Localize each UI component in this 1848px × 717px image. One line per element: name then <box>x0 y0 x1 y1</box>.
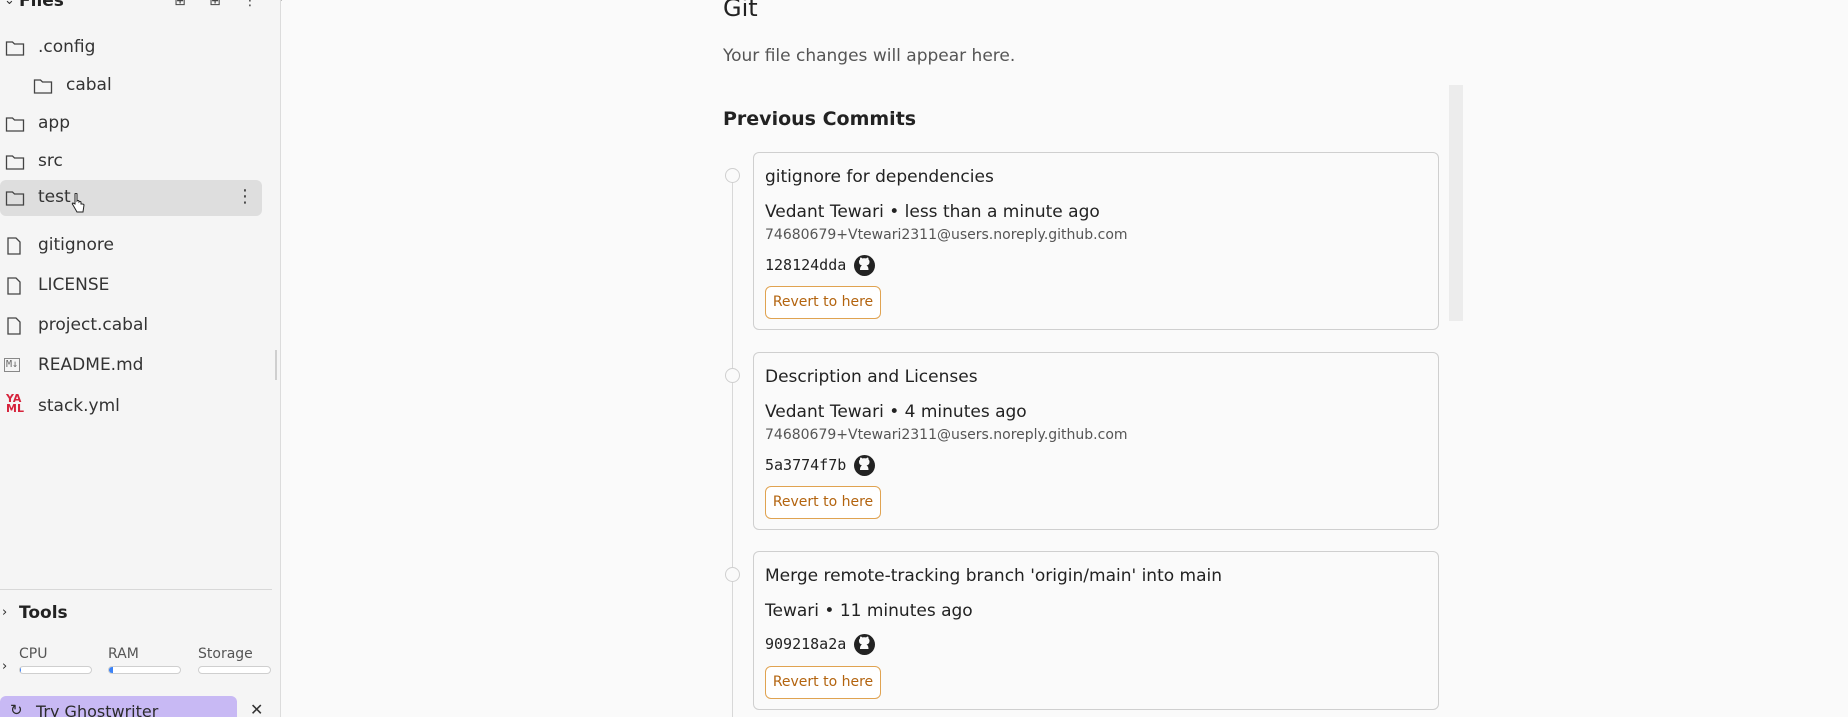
ram-bar <box>108 666 181 674</box>
markdown-icon: M↓ <box>4 358 21 372</box>
github-icon[interactable] <box>854 634 875 655</box>
yaml-icon: YA ML <box>6 392 24 415</box>
timeline-dot <box>725 567 740 582</box>
file-icon <box>6 277 26 295</box>
tree-item-label: app <box>38 113 70 133</box>
folder-icon <box>5 115 25 133</box>
tools-label: Tools <box>19 603 68 623</box>
tree-item-cabal[interactable]: cabal <box>0 68 262 104</box>
revert-button[interactable]: Revert to here <box>765 486 881 519</box>
ram-usage: RAM <box>108 646 181 674</box>
sidebar-resize-handle[interactable] <box>275 350 277 380</box>
tree-item-config[interactable]: .config <box>0 30 262 66</box>
folder-icon <box>5 39 25 57</box>
tree-item-label: LICENSE <box>38 275 110 295</box>
tree-item-label: src <box>38 151 63 171</box>
timeline-dot <box>725 168 740 183</box>
commit-card: Description and Licenses Vedant Tewari •… <box>753 352 1439 530</box>
github-icon[interactable] <box>854 255 875 276</box>
try-ghostwriter-button[interactable]: ↻ Try Ghostwriter <box>0 696 237 717</box>
cpu-bar <box>19 666 92 674</box>
page-title: Git <box>723 0 758 22</box>
tree-item-label: stack.yml <box>38 396 120 416</box>
tree-item-readme[interactable]: M↓ README.md <box>0 348 262 384</box>
commit-card: gitignore for dependencies Vedant Tewari… <box>753 152 1439 330</box>
commit-email: 74680679+Vtewari2311@users.noreply.githu… <box>765 427 1128 443</box>
commit-hash[interactable]: 909218a2a <box>765 635 846 653</box>
folder-icon <box>5 153 25 171</box>
tree-item-label: gitignore <box>38 235 114 255</box>
commit-message: Merge remote-tracking branch 'origin/mai… <box>765 566 1223 586</box>
github-icon[interactable] <box>854 455 875 476</box>
new-folder-icon[interactable]: ⊞ <box>205 0 225 11</box>
chevron-down-icon[interactable]: ⌄ <box>4 0 15 8</box>
ram-bar-fill <box>109 667 113 673</box>
file-icon <box>6 237 26 255</box>
chevron-right-icon: › <box>2 605 8 620</box>
more-options-icon[interactable]: ⋮ <box>236 186 254 207</box>
commit-card: Merge remote-tracking branch 'origin/mai… <box>753 551 1439 710</box>
files-title: Files <box>19 0 64 11</box>
revert-button[interactable]: Revert to here <box>765 666 881 699</box>
files-header[interactable]: ⌄ Files ⊞ ⊞ ⋮ <box>0 0 281 13</box>
tools-section-toggle[interactable]: › Tools <box>0 603 272 627</box>
resource-usage[interactable]: › CPU RAM Storage <box>0 646 275 686</box>
tree-item-label: test <box>38 187 71 207</box>
tree-item-stack-yml[interactable]: YA ML stack.yml <box>0 389 262 425</box>
previous-commits-heading: Previous Commits <box>723 108 917 130</box>
tree-item-src[interactable]: src <box>0 144 262 180</box>
folder-icon <box>33 77 53 95</box>
tree-item-license[interactable]: LICENSE <box>0 268 262 304</box>
revert-button[interactable]: Revert to here <box>765 286 881 319</box>
commit-hash[interactable]: 5a3774f7b <box>765 456 846 474</box>
ghostwriter-label: Try Ghostwriter <box>36 702 159 717</box>
storage-usage: Storage <box>198 646 271 674</box>
timeline-dot <box>725 368 740 383</box>
more-options-icon[interactable]: ⋮ <box>240 0 260 11</box>
new-file-icon[interactable]: ⊞ <box>170 0 190 11</box>
timeline-line <box>732 170 733 717</box>
sidebar: ⌄ Files ⊞ ⊞ ⋮ .config cabal app src test… <box>0 0 281 717</box>
commit-message: Description and Licenses <box>765 367 978 387</box>
tree-item-project-cabal[interactable]: project.cabal <box>0 308 262 344</box>
file-icon <box>6 317 26 335</box>
tree-item-test[interactable]: test ⋮ <box>0 180 262 216</box>
ram-label: RAM <box>108 646 139 662</box>
cpu-bar-fill <box>20 667 22 673</box>
commit-hash[interactable]: 128124dda <box>765 256 846 274</box>
scrollbar[interactable] <box>1449 85 1463 321</box>
tree-item-label: README.md <box>38 355 144 375</box>
app-root: ⌄ Files ⊞ ⊞ ⋮ .config cabal app src test… <box>0 0 1848 717</box>
storage-label: Storage <box>198 646 253 662</box>
divider <box>0 589 272 590</box>
refresh-icon: ↻ <box>10 701 23 717</box>
page-subtitle: Your file changes will appear here. <box>723 46 1016 66</box>
chevron-right-icon: › <box>2 659 8 674</box>
storage-bar <box>198 666 271 674</box>
tree-item-label: .config <box>38 37 96 57</box>
commit-author: Vedant Tewari • less than a minute ago <box>765 202 1100 222</box>
folder-icon <box>5 189 25 207</box>
cpu-usage: CPU <box>19 646 92 674</box>
commit-message: gitignore for dependencies <box>765 167 994 187</box>
mouse-cursor-icon <box>71 193 85 213</box>
tree-item-app[interactable]: app <box>0 106 262 142</box>
cpu-label: CPU <box>19 646 48 662</box>
tree-item-label: cabal <box>66 75 112 95</box>
tree-item-label: project.cabal <box>38 315 149 335</box>
commit-email: 74680679+Vtewari2311@users.noreply.githu… <box>765 227 1128 243</box>
commit-author: Tewari • 11 minutes ago <box>765 601 973 621</box>
git-panel: Git Your file changes will appear here. … <box>282 0 1848 717</box>
close-icon[interactable]: ✕ <box>250 700 263 717</box>
tree-item-gitignore[interactable]: gitignore <box>0 228 262 264</box>
commit-author: Vedant Tewari • 4 minutes ago <box>765 402 1027 422</box>
